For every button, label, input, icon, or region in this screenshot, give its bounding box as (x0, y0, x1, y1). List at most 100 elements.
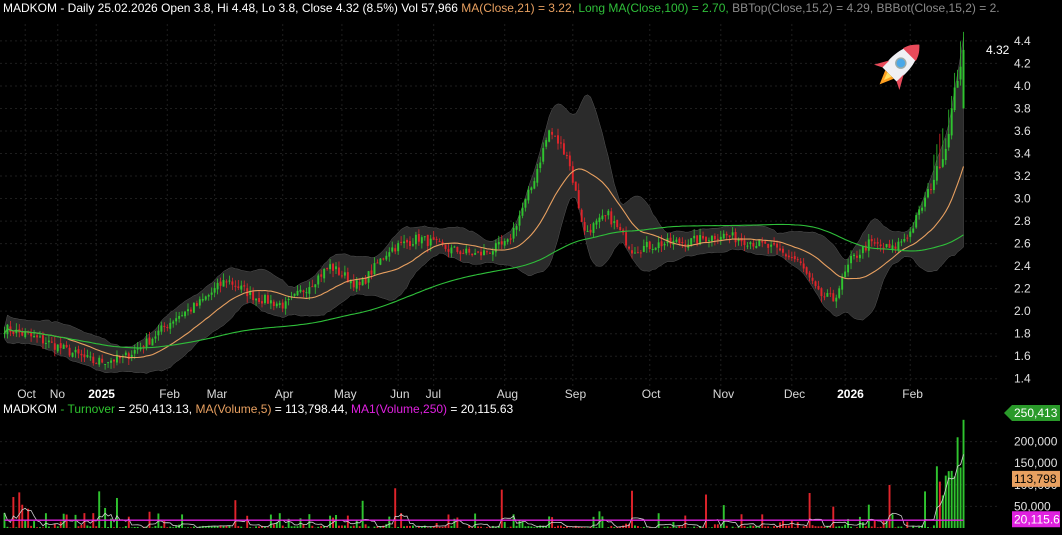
stock-chart[interactable]: 1.4 1.6 1.8 2.0 2.2 2.4 2.6 2.8 3.0 3.2 3.4 3.6 3.8 4… (0, 0, 1062, 535)
turnover-bar (873, 519, 876, 528)
candle-body (379, 258, 382, 265)
candle-body (619, 227, 622, 231)
turnover-bar (21, 504, 24, 528)
candle-body (642, 245, 645, 252)
candle-body (166, 326, 169, 328)
candle-body (654, 247, 657, 250)
candle-body (216, 282, 219, 290)
turnover-bar (53, 523, 56, 528)
candle-body (616, 219, 619, 228)
time-tick-label: Dec (784, 387, 805, 401)
axes: 1.4 1.6 1.8 2.0 2.2 2.4 2.6 2.8 3.0 3.2 3.4 3.6 3.8 4… (17, 34, 1060, 528)
candle-body (435, 239, 438, 241)
svg-text:250,413: 250,413 (1014, 406, 1058, 420)
price-tick-label: 1.8 (1014, 327, 1031, 341)
turnover-bar (595, 527, 598, 528)
turnover-bar (74, 514, 77, 528)
svg-text:113,798: 113,798 (1014, 472, 1057, 486)
candle-body (68, 347, 71, 356)
candle-body (210, 292, 213, 295)
candle-body (841, 276, 844, 290)
candle-body (770, 244, 773, 247)
candle-body (861, 246, 864, 254)
candle-body (12, 331, 15, 334)
turnover-bar (693, 526, 696, 528)
candle-body (592, 223, 595, 233)
candle-body (477, 251, 480, 253)
candle-body (793, 256, 796, 260)
candle-body (252, 291, 255, 301)
candle-body (77, 349, 80, 354)
turnover-bar (337, 525, 340, 528)
candle-body (956, 80, 959, 88)
candle-body (237, 286, 240, 288)
turnover-bar (731, 526, 734, 528)
candle-body (181, 315, 184, 317)
turnover-bar (710, 527, 713, 528)
candle-body (474, 253, 477, 255)
candle-body (329, 264, 332, 270)
candle-body (432, 237, 435, 240)
candle-body (912, 228, 915, 233)
candle-body (518, 215, 521, 226)
turnover-bar (249, 527, 252, 528)
turnover-bar (935, 466, 938, 528)
turnover-bar (784, 525, 787, 528)
candle-body (761, 241, 764, 243)
turnover-bar (548, 516, 551, 528)
turnover-bar (669, 527, 672, 528)
candle-body (305, 292, 308, 294)
turnover-bar (80, 524, 83, 528)
candle-body (631, 250, 633, 254)
candle-body (453, 246, 456, 248)
turnover-bar (187, 527, 189, 528)
candle-body (447, 249, 450, 252)
candle-body (83, 354, 86, 358)
candle-body (891, 245, 894, 250)
turnover-bar (326, 527, 329, 528)
turnover-bar (89, 526, 92, 528)
turnover-bar (269, 514, 272, 528)
turnover-bar (12, 497, 15, 528)
turnover-bar (367, 526, 370, 528)
time-tick-label: May (334, 387, 357, 401)
volume-tick-label: 200,000 (1014, 435, 1058, 449)
turnover-bar (47, 526, 50, 528)
candle-body (705, 237, 707, 242)
turnover-bar (559, 525, 562, 528)
turnover-bar (296, 526, 299, 528)
candle-body (651, 249, 654, 251)
turnover-bar (409, 525, 411, 528)
candle-body (337, 267, 340, 275)
candle-body (636, 252, 639, 254)
turnover-bar (284, 527, 287, 528)
candle-body (483, 250, 485, 256)
candle-body (429, 238, 432, 246)
turnover-bar (166, 527, 169, 528)
turnover-bar (263, 526, 266, 528)
candle-body (157, 330, 160, 336)
ma250-tag: 20,115.6 (1012, 511, 1060, 528)
time-tick-label: Aug (497, 387, 518, 401)
candle-body (397, 243, 400, 252)
turnover-bar (897, 526, 900, 528)
ma250-label: MA1(Volume,250) (348, 402, 447, 416)
turnover-bar (358, 526, 361, 528)
candle-body (835, 297, 838, 302)
turnover-bar (838, 526, 841, 528)
candle-body (335, 266, 337, 270)
candle-body (201, 299, 204, 301)
turnover-bar (636, 526, 639, 528)
candle-body (124, 352, 127, 356)
turnover-bar (169, 526, 172, 528)
candle-body (189, 309, 192, 312)
candle-body (713, 235, 716, 240)
time-tick-label: Feb (159, 387, 180, 401)
candle-body (414, 234, 417, 245)
time-tick-label: Jul (426, 387, 441, 401)
candle-body (767, 243, 770, 248)
candle-body (820, 288, 823, 297)
turnover-bar (281, 525, 284, 528)
candle-body (163, 325, 166, 328)
turnover-bar (308, 514, 311, 528)
